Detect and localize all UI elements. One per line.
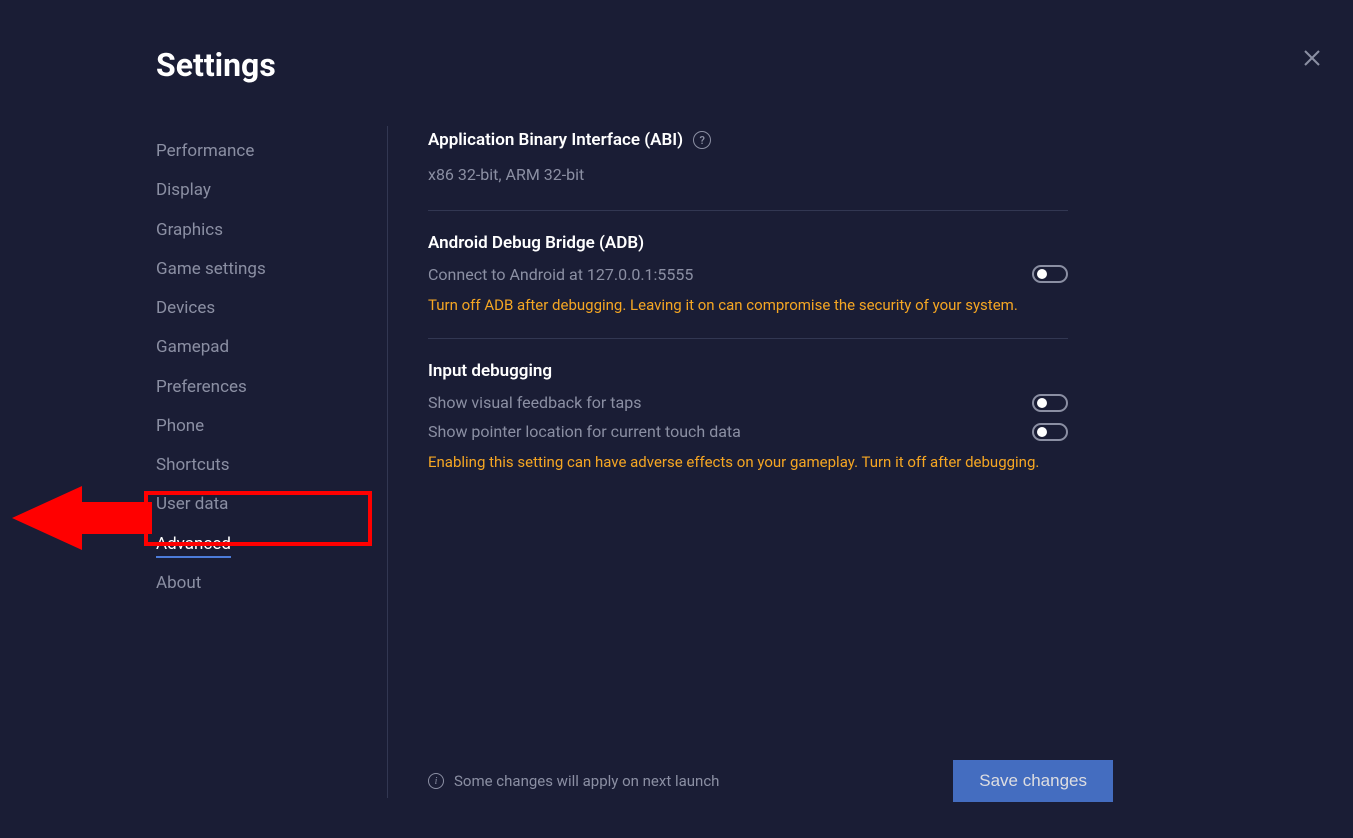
sidebar: Performance Display Graphics Game settin…: [156, 126, 388, 798]
main-content: Application Binary Interface (ABI) ? x86…: [388, 126, 1068, 798]
footer-note: i Some changes will apply on next launch: [428, 772, 719, 790]
taps-label: Show visual feedback for taps: [428, 393, 641, 412]
abi-value: x86 32-bit, ARM 32-bit: [428, 162, 1068, 188]
sidebar-item-preferences[interactable]: Preferences: [156, 368, 387, 407]
section-adb: Android Debug Bridge (ADB) Connect to An…: [428, 233, 1068, 340]
input-debug-warning: Enabling this setting can have adverse e…: [428, 451, 1068, 474]
help-icon[interactable]: ?: [693, 131, 711, 149]
page-title: Settings: [156, 46, 1213, 84]
sidebar-item-shortcuts[interactable]: Shortcuts: [156, 446, 387, 485]
sidebar-item-performance[interactable]: Performance: [156, 132, 387, 171]
sidebar-item-advanced[interactable]: Advanced: [156, 525, 387, 564]
sidebar-item-phone[interactable]: Phone: [156, 407, 387, 446]
pointer-toggle[interactable]: [1032, 423, 1068, 441]
sidebar-item-gamepad[interactable]: Gamepad: [156, 328, 387, 367]
adb-toggle[interactable]: [1032, 265, 1068, 283]
pointer-label: Show pointer location for current touch …: [428, 422, 741, 441]
sidebar-item-user-data[interactable]: User data: [156, 485, 387, 524]
section-abi: Application Binary Interface (ABI) ? x86…: [428, 130, 1068, 211]
sidebar-item-graphics[interactable]: Graphics: [156, 211, 387, 250]
adb-warning: Turn off ADB after debugging. Leaving it…: [428, 294, 1068, 317]
sidebar-item-about[interactable]: About: [156, 564, 387, 603]
info-icon: i: [428, 773, 444, 789]
adb-title: Android Debug Bridge (ADB): [428, 233, 1068, 253]
taps-toggle[interactable]: [1032, 394, 1068, 412]
section-input-debugging: Input debugging Show visual feedback for…: [428, 361, 1068, 496]
save-button[interactable]: Save changes: [953, 760, 1113, 802]
input-debug-title: Input debugging: [428, 361, 1068, 381]
sidebar-item-devices[interactable]: Devices: [156, 289, 387, 328]
abi-title: Application Binary Interface (ABI) ?: [428, 130, 1068, 150]
sidebar-item-display[interactable]: Display: [156, 171, 387, 210]
sidebar-item-game-settings[interactable]: Game settings: [156, 250, 387, 289]
adb-connect-label: Connect to Android at 127.0.0.1:5555: [428, 265, 693, 284]
